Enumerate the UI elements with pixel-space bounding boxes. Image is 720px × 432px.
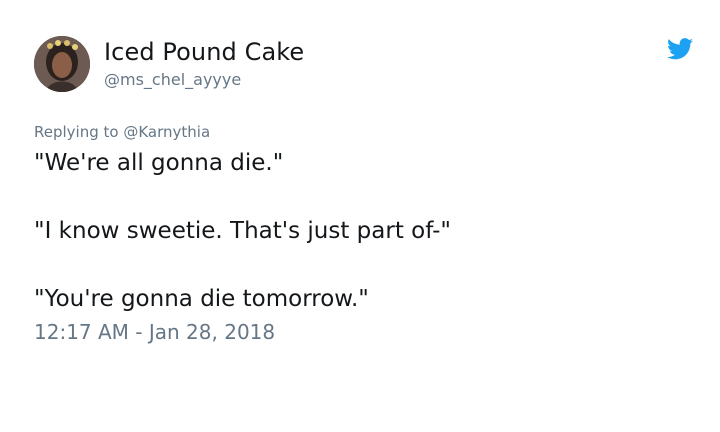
replying-to-mention[interactable]: @Karnythia [123, 123, 210, 141]
display-name[interactable]: Iced Pound Cake [104, 38, 304, 66]
replying-to-line: Replying to @Karnythia [34, 123, 210, 141]
avatar-photo-icon [34, 36, 90, 92]
tweet-line: "I know sweetie. That's just part of-" [34, 218, 451, 244]
tweet-card: Iced Pound Cake @ms_chel_ayyye Replying … [0, 0, 720, 432]
user-handle[interactable]: @ms_chel_ayyye [104, 70, 241, 89]
twitter-bird-icon[interactable] [667, 38, 693, 60]
replying-prefix: Replying to [34, 123, 119, 141]
tweet-line: "You're gonna die tomorrow." [34, 286, 369, 312]
tweet-text: "We're all gonna die." "I know sweetie. … [34, 146, 674, 316]
tweet-timestamp[interactable]: 12:17 AM - Jan 28, 2018 [34, 320, 275, 344]
user-avatar[interactable] [34, 36, 90, 92]
tweet-line: "We're all gonna die." [34, 150, 284, 176]
